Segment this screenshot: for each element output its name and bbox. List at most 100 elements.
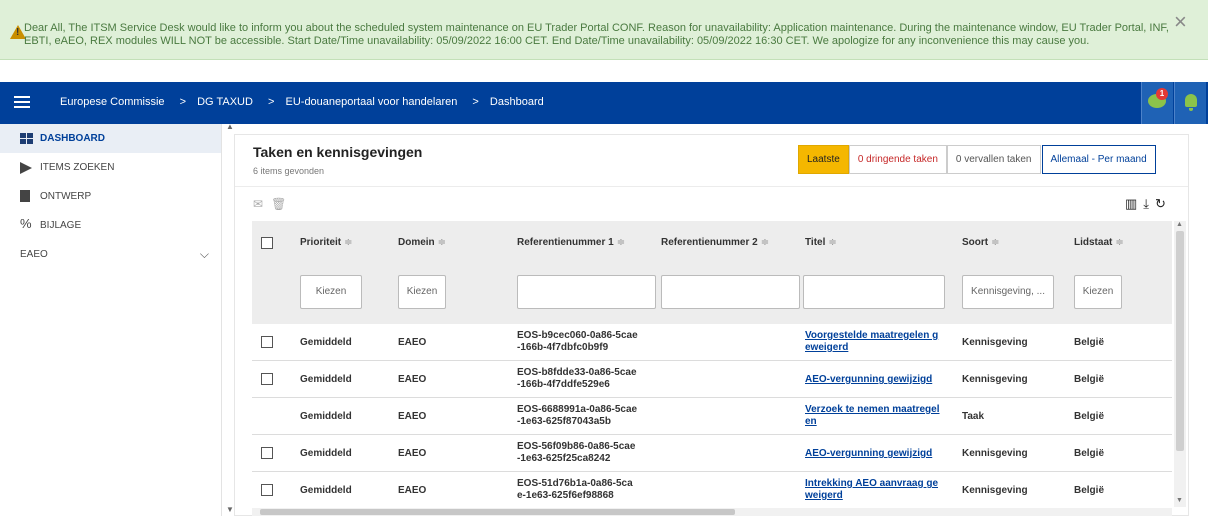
horizontal-scrollbar[interactable] [252,508,1172,516]
cell-prioriteit: Gemiddeld [300,337,352,348]
mark-read-icon[interactable]: ✉ [253,197,263,211]
table-row[interactable]: Gemiddeld EAEO Kennisgeving België EOS-51d76… [252,472,1172,509]
column-header-titel[interactable]: Titel ≑ [805,237,837,248]
sidebar-item-dashboard[interactable]: DASHBOARD [0,124,221,153]
filter-latest-button[interactable]: Laatste [798,145,849,174]
close-icon[interactable]: × [1174,11,1187,33]
title-line[interactable]: Voorgestelde maatregelen g [805,330,938,342]
sidebar-scroll-up[interactable]: ▲ [226,122,234,131]
cell-lidstaat: België [1074,485,1105,496]
table-row[interactable]: Gemiddeld EAEO Kennisgeving België EOS-b9cec… [252,324,1172,361]
sort-icon: ≑ [760,237,770,248]
delete-icon[interactable]: 🗑 [271,197,286,211]
titel-filter-input[interactable] [803,275,945,309]
scroll-up-arrow[interactable]: ▲ [1176,221,1183,228]
column-header-prioriteit[interactable]: Prioriteit ≑ [300,237,353,248]
breadcrumb: Europese Commissie > DG TAXUD > EU-douan… [60,96,548,108]
chevron-down-icon: ⌵ [199,247,209,261]
column-header-referentienummer-1[interactable]: Referentienummer 1 ≑ [517,237,625,248]
sidebar-item-ontwerp[interactable]: ONTWERP [0,182,221,211]
title-line[interactable]: Verzoek te nemen maatregel [805,404,940,416]
table-row[interactable]: Gemiddeld EAEO Kennisgeving België EOS-b8fdd… [252,361,1172,398]
row-checkbox[interactable] [261,447,273,459]
sidebar-item-bijlage[interactable]: % BIJLAGE [0,211,221,240]
filter-group: Laatste 0 dringende taken 0 vervallen ta… [798,145,1156,174]
column-header-domein[interactable]: Domein ≑ [398,237,446,248]
sidebar-item-eaeo[interactable]: EAEO ⌵ [0,240,221,269]
cell-titel-link[interactable]: Verzoek te nemen maatregel en [805,404,940,428]
column-header-soort[interactable]: Soort ≑ [962,237,1000,248]
refresh-icon[interactable]: ↻ [1155,196,1166,211]
vertical-scrollbar[interactable] [1174,221,1186,507]
row-checkbox[interactable] [261,484,273,496]
column-header-lidstaat[interactable]: Lidstaat ≑ [1074,237,1124,248]
filter-urgent-button[interactable]: 0 dringende taken [848,145,947,174]
scroll-down-arrow[interactable]: ▼ [1176,497,1183,504]
reference-line: EOS-6688991a-0a86-5cae [517,404,638,415]
page-title: Taken en kennisgevingen [253,144,423,160]
messages-button[interactable]: 1 [1141,82,1173,124]
title-line[interactable]: AEO-vergunning gewijzigd [805,448,932,460]
breadcrumb-separator: > [179,96,187,108]
title-line[interactable]: Intrekking AEO aanvraag ge [805,478,938,490]
title-line[interactable]: weigerd [805,490,938,502]
reference-line: -166b-4f7ddfe529e6 [517,379,610,390]
column-header-referentienummer-2[interactable]: Referentienummer 2 ≑ [661,237,769,248]
breadcrumb-item[interactable]: EU-douaneportaal voor handelaren [286,96,458,108]
sidebar-scroll-down[interactable]: ▼ [226,505,234,514]
table-body: Gemiddeld EAEO Kennisgeving België EOS-b9cec… [252,324,1172,509]
cell-titel-link[interactable]: AEO-vergunning gewijzigd [805,448,932,460]
attachment-icon: % [20,216,32,231]
sidebar-item-label: DASHBOARD [40,133,105,144]
sidebar-item-items-zoeken[interactable]: ITEMS ZOEKEN [0,153,221,182]
sort-icon: ≑ [1115,237,1124,248]
sort-icon: ≑ [828,237,837,248]
breadcrumb-separator: > [472,96,479,108]
cell-lidstaat: België [1074,448,1105,459]
table-row[interactable]: Gemiddeld EAEO Kennisgeving België EOS-56f09… [252,435,1172,472]
cell-domein: EAEO [398,411,427,422]
cell-lidstaat: België [1074,411,1105,422]
breadcrumb-separator: > [268,96,275,108]
table-tools: ▥ ⤓ ↻ [1119,196,1166,212]
select-all-checkbox[interactable] [261,237,273,249]
cell-lidstaat: België [1074,337,1105,348]
cell-prioriteit: Gemiddeld [300,485,352,496]
reference-line: EOS-51d76b1a-0a86-5ca [517,478,633,489]
lidstaat-filter-select[interactable]: Kiezen [1074,275,1122,309]
referentienummer-1-filter-input[interactable] [517,275,656,309]
menu-icon[interactable] [14,96,30,108]
reference-line: EOS-b8fdde33-0a86-5cae [517,367,637,378]
breadcrumb-item[interactable]: DG TAXUD [197,96,253,108]
referentienummer-2-filter-input[interactable] [661,275,800,309]
filter-expired-button[interactable]: 0 vervallen taken [946,145,1041,174]
columns-icon[interactable]: ▥ [1125,196,1137,211]
reference-line: e-1e63-625f6ef98868 [517,490,614,501]
reference-line: EOS-56f09b86-0a86-5cae [517,441,636,452]
title-line[interactable]: eweigerd [805,342,938,354]
column-filter-row: Kiezen Kiezen Kennisgeving, ... Kiezen [252,265,1172,324]
cell-soort: Kennisgeving [962,485,1028,496]
notifications-button[interactable] [1174,82,1206,124]
table-header: Prioriteit ≑ Domein ≑ Referentienummer 1 ≑ … [252,221,1172,265]
cell-lidstaat: België [1074,374,1105,385]
cell-soort: Kennisgeving [962,448,1028,459]
scrollbar-thumb[interactable] [1176,231,1184,451]
row-checkbox[interactable] [261,373,273,385]
title-line[interactable]: AEO-vergunning gewijzigd [805,374,932,386]
scrollbar-thumb[interactable] [260,509,735,515]
cell-domein: EAEO [398,485,427,496]
title-line[interactable]: en [805,416,940,428]
prioriteit-filter-select[interactable]: Kiezen [300,275,362,309]
cell-domein: EAEO [398,448,427,459]
cell-titel-link[interactable]: Intrekking AEO aanvraag ge weigerd [805,478,938,502]
filter-period-button[interactable]: Allemaal - Per maand [1041,145,1156,174]
row-checkbox[interactable] [261,336,273,348]
soort-filter-select[interactable]: Kennisgeving, ... [962,275,1054,309]
table-row[interactable]: Gemiddeld EAEO Taak België EOS-6688991a-0a86… [252,398,1172,435]
download-icon[interactable]: ⤓ [1143,196,1149,211]
breadcrumb-item[interactable]: Europese Commissie [60,96,165,108]
domein-filter-select[interactable]: Kiezen [398,275,446,309]
cell-titel-link[interactable]: Voorgestelde maatregelen g eweigerd [805,330,938,354]
cell-titel-link[interactable]: AEO-vergunning gewijzigd [805,374,932,386]
